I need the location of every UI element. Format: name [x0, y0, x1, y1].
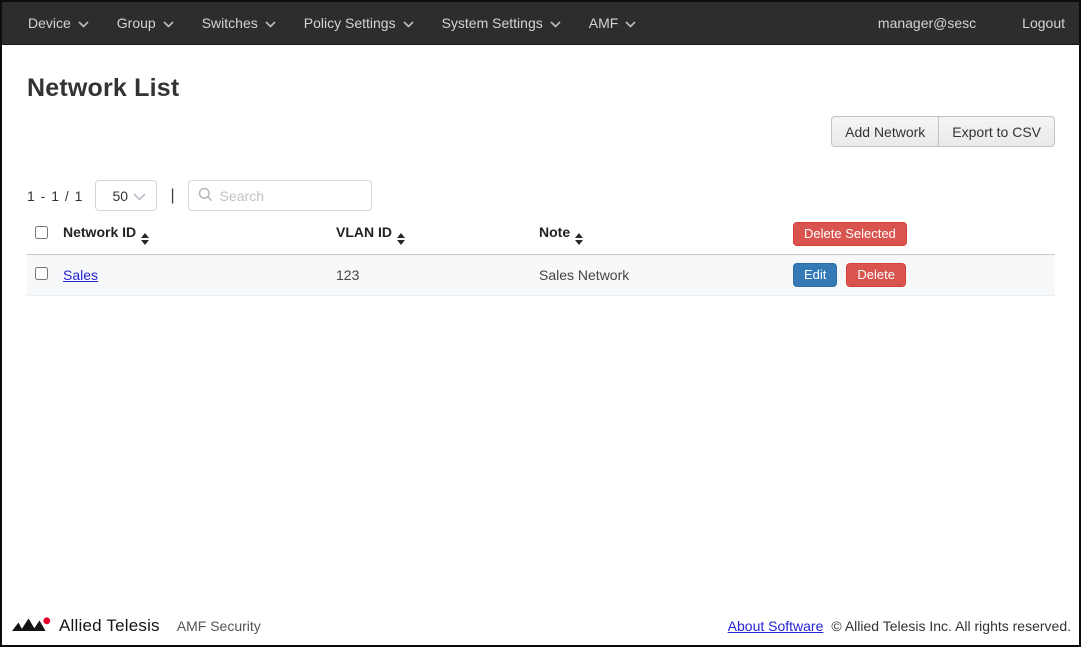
- menu-amf[interactable]: AMF: [575, 2, 651, 45]
- page-size-select[interactable]: 50: [95, 180, 157, 211]
- select-all-checkbox[interactable]: [35, 226, 48, 239]
- column-header-actions: Delete Selected: [793, 218, 1055, 255]
- sort-icon: [397, 233, 405, 245]
- export-csv-button[interactable]: Export to CSV: [938, 116, 1055, 147]
- vlan-id-cell: 123: [336, 255, 539, 296]
- table-header-row: Network ID VLAN ID Note Delete Selected: [27, 218, 1055, 255]
- network-link[interactable]: Sales: [63, 267, 98, 283]
- delete-button[interactable]: Delete: [846, 263, 906, 287]
- navbar-menus: Device Group Switches Policy Settings Sy…: [14, 2, 878, 45]
- menu-device-label: Device: [28, 15, 71, 31]
- navbar-right: manager@sesc Logout: [878, 15, 1065, 31]
- chevron-down-icon: [403, 15, 414, 31]
- chevron-down-icon: [550, 15, 561, 31]
- row-actions: Edit Delete: [793, 263, 1055, 287]
- sort-icon: [575, 233, 583, 245]
- separator: |: [170, 187, 174, 205]
- logout-button[interactable]: Logout: [1022, 15, 1065, 31]
- note-cell: Sales Network: [539, 255, 793, 296]
- column-header-vlan-id[interactable]: VLAN ID: [336, 218, 539, 255]
- row-checkbox[interactable]: [35, 267, 48, 280]
- copyright-text: © Allied Telesis Inc. All rights reserve…: [831, 618, 1071, 634]
- network-list-page: { "navbar": { "menus": [ { "label": "Dev…: [0, 0, 1081, 647]
- menu-amf-label: AMF: [589, 15, 619, 31]
- menu-switches-label: Switches: [202, 15, 258, 31]
- menu-switches[interactable]: Switches: [188, 2, 290, 45]
- page-size-value: 50: [112, 188, 128, 204]
- search-box: [188, 180, 372, 211]
- main-content: Network List Add Network Export to CSV 1…: [2, 74, 1079, 296]
- search-icon: [198, 187, 213, 205]
- chevron-down-icon: [265, 15, 276, 31]
- network-table: Network ID VLAN ID Note Delete Selected …: [27, 218, 1055, 296]
- delete-selected-button[interactable]: Delete Selected: [793, 222, 907, 246]
- chevron-down-icon: [78, 15, 89, 31]
- footer-right: About Software © Allied Telesis Inc. All…: [728, 618, 1071, 634]
- search-input[interactable]: [220, 188, 363, 204]
- list-controls: 1 - 1 / 1 50 |: [27, 180, 1055, 211]
- menu-system-settings-label: System Settings: [442, 15, 543, 31]
- toolbar-button-group: Add Network Export to CSV: [831, 116, 1055, 147]
- menu-group-label: Group: [117, 15, 156, 31]
- column-header-network-id[interactable]: Network ID: [63, 218, 336, 255]
- column-header-note[interactable]: Note: [539, 218, 793, 255]
- chevron-down-icon: [625, 15, 636, 31]
- top-navbar: Device Group Switches Policy Settings Sy…: [2, 2, 1079, 45]
- chevron-down-icon: [163, 15, 174, 31]
- sort-icon: [141, 233, 149, 245]
- edit-button[interactable]: Edit: [793, 263, 837, 287]
- page-title: Network List: [27, 74, 1055, 103]
- about-software-link[interactable]: About Software: [728, 618, 824, 634]
- menu-policy-settings-label: Policy Settings: [304, 15, 396, 31]
- toolbar: Add Network Export to CSV: [27, 116, 1055, 147]
- pagination-range: 1 - 1 / 1: [27, 188, 83, 204]
- product-name: AMF Security: [177, 618, 261, 634]
- add-network-button[interactable]: Add Network: [831, 116, 938, 147]
- menu-policy-settings[interactable]: Policy Settings: [290, 2, 428, 45]
- brand: Allied Telesis AMF Security: [12, 616, 261, 637]
- menu-system-settings[interactable]: System Settings: [428, 2, 575, 45]
- menu-group[interactable]: Group: [103, 2, 188, 45]
- footer: Allied Telesis AMF Security About Softwa…: [2, 611, 1079, 645]
- table-row: Sales 123 Sales Network Edit Delete: [27, 255, 1055, 296]
- chevron-down-icon: [133, 188, 146, 204]
- logged-in-user: manager@sesc: [878, 15, 976, 31]
- brand-name: Allied Telesis: [59, 616, 160, 636]
- menu-device[interactable]: Device: [14, 2, 103, 45]
- allied-telesis-logo-icon: [12, 616, 52, 637]
